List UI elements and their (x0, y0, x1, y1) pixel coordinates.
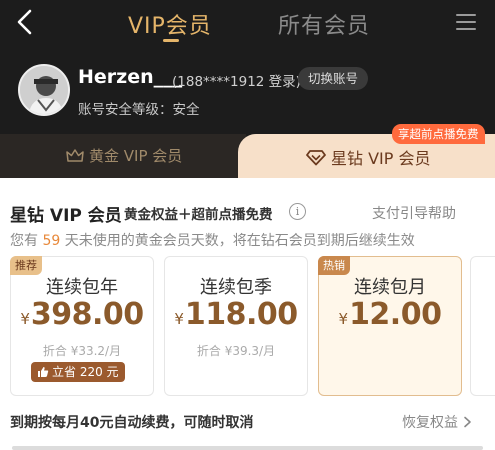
currency-symbol: ¥ (174, 310, 184, 328)
plan-card-monthly[interactable]: 热销 连续包月 ¥12.00 (318, 256, 462, 396)
tab-vip-member[interactable]: VIP会员 (128, 8, 212, 40)
monthly-equivalent: 折合 ¥39.3/月 (196, 344, 276, 358)
menu-icon[interactable] (456, 14, 476, 30)
advance-play-badge: 享超前点播免费 (392, 124, 485, 144)
section-subtitle: 黄金权益＋超前点播免费 (124, 207, 273, 223)
username: Herzen___ (78, 66, 183, 88)
notice-suffix: 天未使用的黄金会员天数，将在钻石会员到期后继续生效 (64, 233, 415, 249)
currency-symbol: ¥ (20, 310, 30, 328)
plan-price: ¥398.00 (11, 297, 153, 332)
payment-help-link[interactable]: 支付引导帮助 (372, 203, 456, 223)
price-amount: 12.00 (349, 297, 442, 332)
plan-name: 连续包季 (200, 277, 272, 298)
restore-benefits-link[interactable]: 恢复权益 (402, 412, 472, 432)
notice-prefix: 您有 (10, 233, 38, 249)
tab-gold-vip[interactable]: 黄金 VIP 会员 (0, 134, 246, 178)
plan-name: 连续包月 (354, 277, 426, 298)
savings-badge: 立省 220 元 (31, 362, 125, 382)
switch-account-button[interactable]: 切换账号 (298, 67, 368, 90)
top-nav: VIP会员 所有会员 (0, 0, 495, 48)
chevron-right-icon (464, 416, 472, 428)
avatar[interactable] (18, 64, 70, 116)
thumb-up-icon (38, 367, 49, 377)
tab-gold-label: 黄金 VIP 会员 (89, 147, 183, 165)
crown-icon (66, 148, 84, 162)
section-title: 星钻 VIP 会员 (10, 206, 122, 226)
plan-section: 星钻 VIP 会员 黄金权益＋超前点播免费 i 支付引导帮助 您有 59 天未使… (0, 178, 495, 450)
unused-days-notice: 您有 59 天未使用的黄金会员天数，将在钻石会员到期后继续生效 (10, 230, 415, 250)
monthly-equivalent: 折合 ¥33.2/月 (42, 344, 122, 358)
info-icon[interactable]: i (289, 203, 306, 220)
plan-card-yearly[interactable]: 推荐 连续包年 ¥398.00 折合 ¥33.2/月 立省 220 元 (10, 256, 154, 396)
auto-renew-notice: 到期按每月40元自动续费，可随时取消 (10, 415, 254, 431)
diamond-icon (306, 149, 326, 165)
plan-price: ¥118.00 (165, 297, 307, 332)
currency-symbol: ¥ (338, 310, 349, 328)
security-level: 账号安全等级：安全 (78, 102, 200, 118)
savings-text: 立省 220 元 (52, 365, 119, 379)
header-section: VIP会员 所有会员 Herzen___ (188****1912 登录) 切换… (0, 0, 495, 180)
tab-all-members[interactable]: 所有会员 (278, 8, 370, 40)
plan-card-quarterly[interactable]: 连续包季 ¥118.00 折合 ¥39.3/月 (164, 256, 308, 396)
login-phone: (188****1912 登录) (172, 74, 301, 90)
back-icon[interactable] (12, 6, 38, 38)
price-amount: 118.00 (184, 297, 298, 332)
plan-name: 连续包年 (46, 277, 118, 298)
tab-diamond-label: 星钻 VIP 会员 (331, 149, 431, 168)
restore-label: 恢复权益 (402, 415, 458, 431)
active-tab-indicator (163, 39, 179, 42)
unused-days-count: 59 (42, 233, 61, 249)
plan-price: ¥12.00 (319, 297, 461, 332)
price-amount: 398.00 (30, 297, 144, 332)
plan-card-next[interactable] (470, 256, 495, 396)
bottom-action-bar[interactable] (12, 446, 483, 450)
